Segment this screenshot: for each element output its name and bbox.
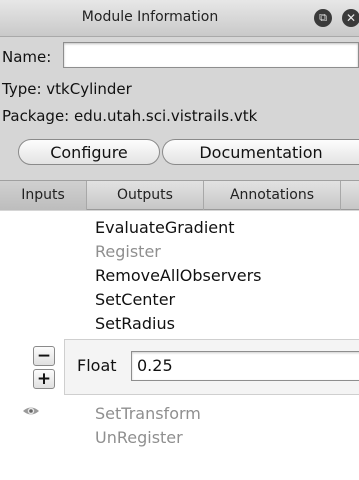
title-bar[interactable]: Module Information ⧉ ✕ — [0, 0, 359, 37]
configure-button[interactable]: Configure — [18, 139, 160, 165]
port-evaluate-gradient[interactable]: EvaluateGradient — [95, 218, 235, 237]
module-type: Type: vtkCylinder — [2, 80, 132, 98]
parameter-row: Float 0.25 — [64, 339, 359, 395]
close-icon[interactable]: ✕ — [342, 9, 359, 27]
add-parameter-button[interactable]: + — [33, 369, 55, 389]
float-window-icon[interactable]: ⧉ — [314, 9, 332, 27]
port-register[interactable]: Register — [95, 242, 161, 261]
parameter-value-input[interactable]: 0.25 — [131, 351, 359, 381]
remove-parameter-button[interactable]: − — [33, 346, 55, 366]
port-set-center[interactable]: SetCenter — [95, 290, 175, 309]
name-label: Name: — [2, 48, 52, 66]
tab-outputs[interactable]: Outputs — [87, 181, 204, 210]
parameter-type-label: Float — [77, 356, 117, 375]
name-input[interactable] — [63, 42, 359, 68]
eye-icon[interactable] — [22, 405, 40, 417]
port-set-radius[interactable]: SetRadius — [95, 314, 175, 333]
parameter-editor: − + Float 0.25 — [0, 339, 359, 395]
tab-annotations[interactable]: Annotations — [204, 181, 341, 210]
tab-inputs[interactable]: Inputs — [0, 181, 87, 210]
module-information-panel: Module Information ⧉ ✕ Name: Type: vtkCy… — [0, 0, 359, 480]
port-set-transform[interactable]: SetTransform — [95, 404, 201, 423]
port-unregister[interactable]: UnRegister — [95, 428, 183, 447]
port-tabs: Inputs Outputs Annotations — [0, 180, 359, 210]
module-package: Package: edu.utah.sci.vistrails.vtk — [2, 107, 258, 125]
window-title: Module Information — [81, 9, 219, 25]
documentation-button[interactable]: Documentation — [162, 139, 359, 165]
port-remove-all-observers[interactable]: RemoveAllObservers — [95, 266, 262, 285]
